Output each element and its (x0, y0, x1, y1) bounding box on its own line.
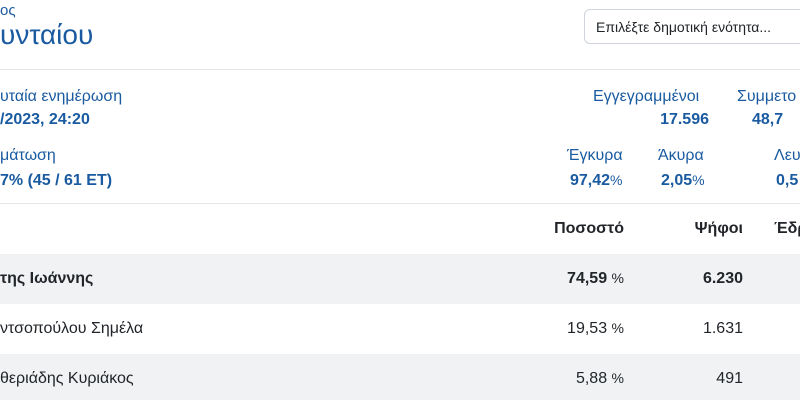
table-row[interactable]: της Ιωάννης 74,59 % 6.230 (0, 254, 800, 304)
table-row[interactable]: θεριάδης Κυριάκος 5,88 % 491 (0, 354, 800, 400)
candidate-votes: 1.631 (702, 320, 743, 337)
percent-value: 74,59 (567, 270, 608, 287)
candidate-percent: 5,88 % (520, 370, 624, 388)
registered-label: Εγγεγραμμένοι (593, 88, 700, 105)
candidate-name: θεριάδης Κυριάκος (0, 370, 134, 387)
participation-label: Συμμετο (737, 88, 797, 105)
invalid-value-wrap: 2,05% (661, 172, 705, 190)
blank-value: 0,5 (776, 172, 799, 189)
percent-unit: % (611, 320, 624, 336)
invalid-pct-sign: % (692, 172, 705, 188)
last-update-label: υταία ενημέρωση (0, 88, 123, 105)
percent-unit: % (611, 370, 624, 386)
blank-label: Λευ (774, 147, 800, 164)
valid-value-wrap: 97,42% (570, 172, 623, 190)
percent-value: 19,53 (567, 320, 608, 337)
valid-value: 97,42 (570, 172, 611, 189)
last-update-value: /2023, 24:20 (0, 111, 90, 128)
table-row[interactable]: ντσοπούλου Σημέλα 19,53 % 1.631 (0, 304, 800, 354)
invalid-label: Άκυρα (658, 147, 704, 164)
candidate-percent: 74,59 % (520, 270, 624, 288)
candidate-percent: 19,53 % (520, 320, 624, 338)
percent-value: 5,88 (575, 370, 608, 387)
col-header-seats: Έδρ (774, 220, 800, 237)
counting-label: μάτωση (0, 147, 56, 164)
col-header-percent: Ποσοστό (554, 220, 624, 237)
candidate-votes: 6.230 (702, 270, 743, 287)
divider (0, 203, 800, 204)
percent-unit: % (611, 270, 624, 286)
col-header-votes: Ψήφοι (694, 220, 743, 237)
divider (0, 69, 800, 70)
page-title: υνταίου (0, 19, 94, 50)
municipality-overline: ος (0, 2, 16, 19)
valid-pct-sign: % (610, 172, 623, 188)
candidate-name: ντσοπούλου Σημέλα (0, 320, 144, 337)
municipal-unit-select-placeholder: Επιλέξτε δημοτική ενότητα... (596, 19, 772, 35)
valid-label: Έγκυρα (567, 147, 623, 164)
municipal-unit-select[interactable]: Επιλέξτε δημοτική ενότητα... (584, 9, 800, 44)
registered-value: 17.596 (660, 111, 709, 128)
candidate-name: της Ιωάννης (0, 270, 94, 287)
counting-value: 7% (45 / 61 ΕΤ) (0, 172, 113, 189)
participation-value: 48,7 (752, 111, 784, 128)
invalid-value: 2,05 (661, 172, 693, 189)
candidate-votes: 491 (716, 370, 743, 387)
